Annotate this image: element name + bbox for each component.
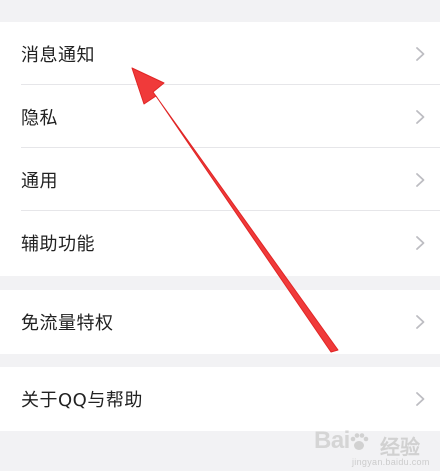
chevron-right-icon [416, 46, 425, 61]
chevron-right-icon [416, 314, 425, 329]
settings-row-accessibility[interactable]: 辅助功能 [0, 211, 440, 274]
settings-row-general[interactable]: 通用 [0, 148, 440, 211]
settings-row-label: 通用 [21, 170, 58, 192]
settings-group-main: 消息通知 隐私 通用 辅助功能 [0, 22, 440, 276]
settings-row-label: 辅助功能 [21, 233, 95, 255]
settings-row-label: 免流量特权 [21, 312, 114, 334]
watermark-url: jingyan.baidu.com [352, 457, 430, 467]
chevron-right-icon [416, 235, 425, 250]
settings-group-about: 关于QQ与帮助 [0, 367, 440, 431]
watermark-logo-text: Bai [314, 427, 350, 454]
settings-row-label: 关于QQ与帮助 [21, 389, 143, 411]
settings-screen: 消息通知 隐私 通用 辅助功能 免流量特权 关于QQ与帮助 Bai 经验 jin… [0, 0, 440, 471]
baidu-watermark: Bai 经验 jingyan.baidu.com [314, 425, 434, 469]
watermark-logo-suffix: 经验 [380, 435, 420, 459]
settings-row-label: 隐私 [21, 107, 58, 129]
settings-row-about[interactable]: 关于QQ与帮助 [0, 367, 440, 430]
chevron-right-icon [416, 172, 425, 187]
settings-group-data: 免流量特权 [0, 290, 440, 354]
settings-row-free-data[interactable]: 免流量特权 [0, 290, 440, 353]
chevron-right-icon [416, 391, 425, 406]
settings-row-privacy[interactable]: 隐私 [0, 85, 440, 148]
baidu-paw-icon [350, 433, 369, 450]
settings-row-label: 消息通知 [21, 44, 95, 66]
settings-row-notifications[interactable]: 消息通知 [0, 22, 440, 85]
chevron-right-icon [416, 109, 425, 124]
